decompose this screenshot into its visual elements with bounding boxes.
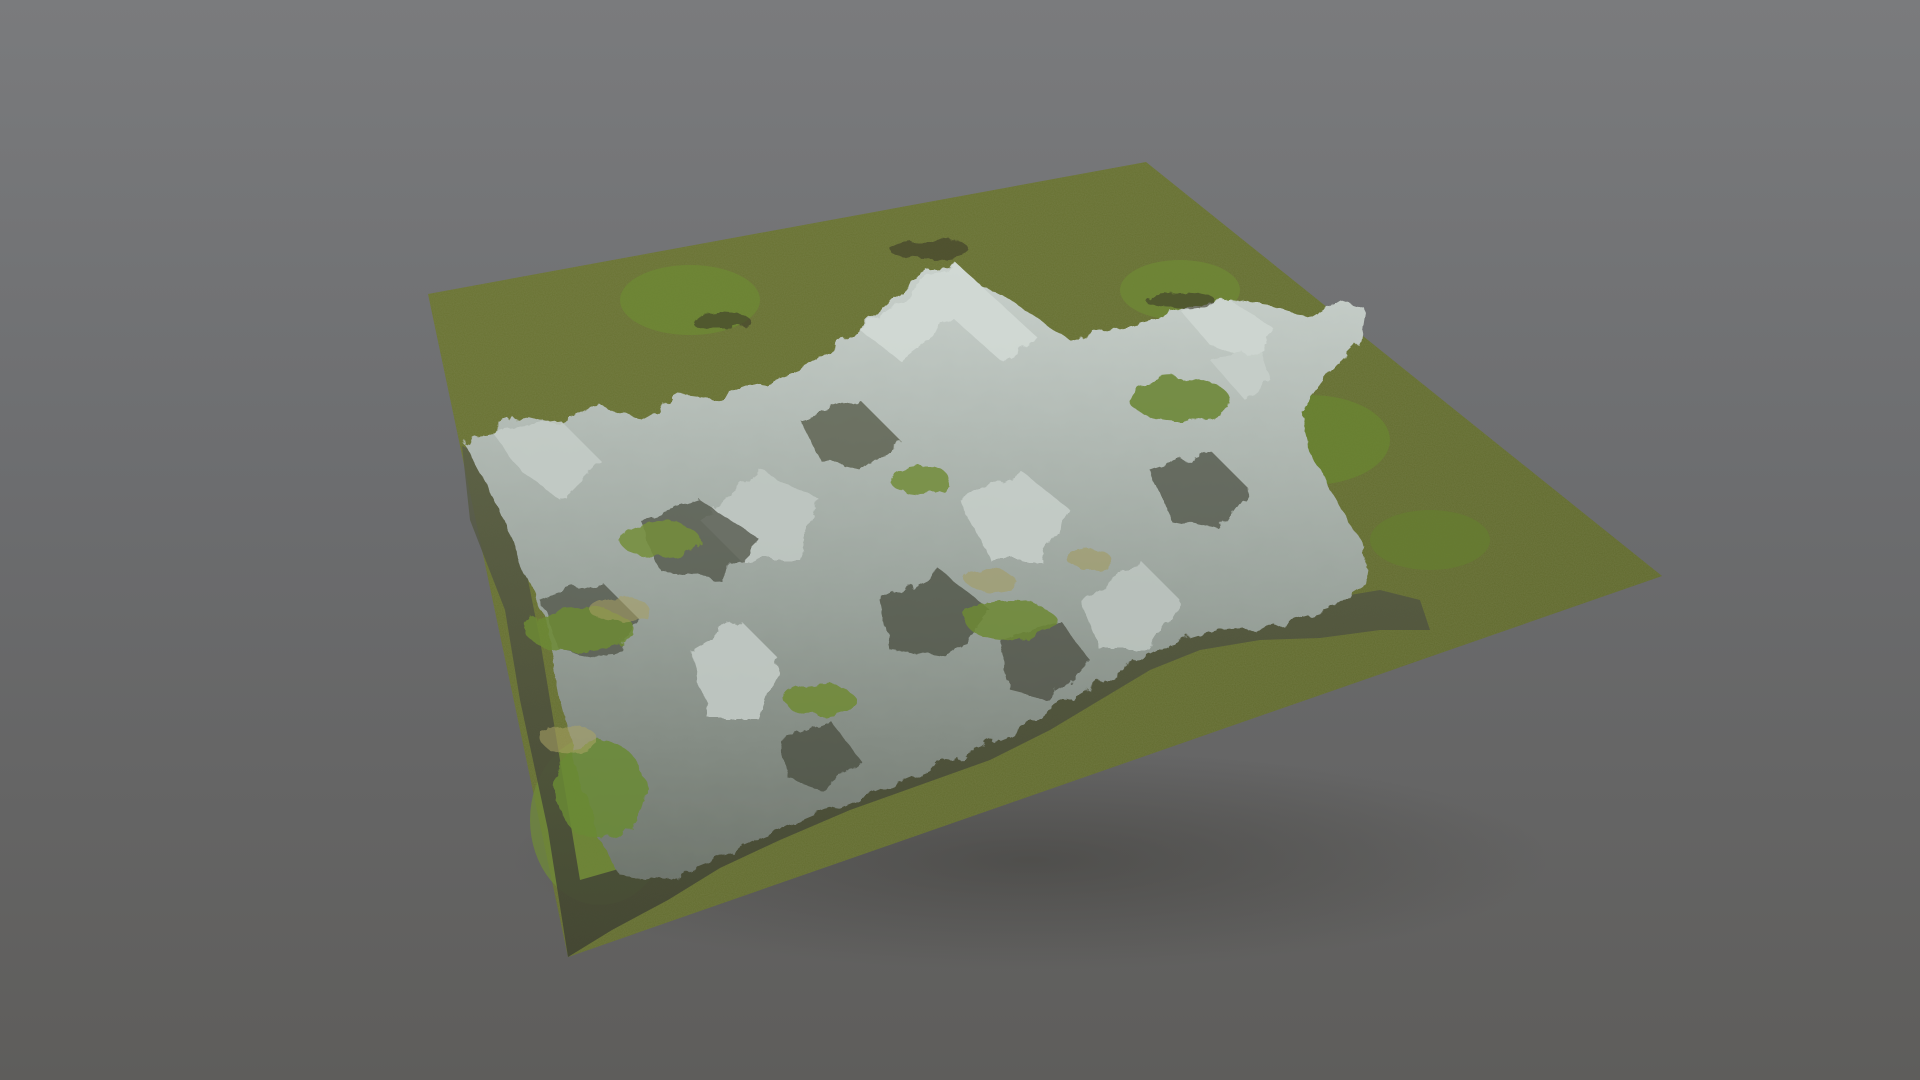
render-viewport [0, 0, 1920, 1080]
terrain-render [428, 162, 1662, 970]
